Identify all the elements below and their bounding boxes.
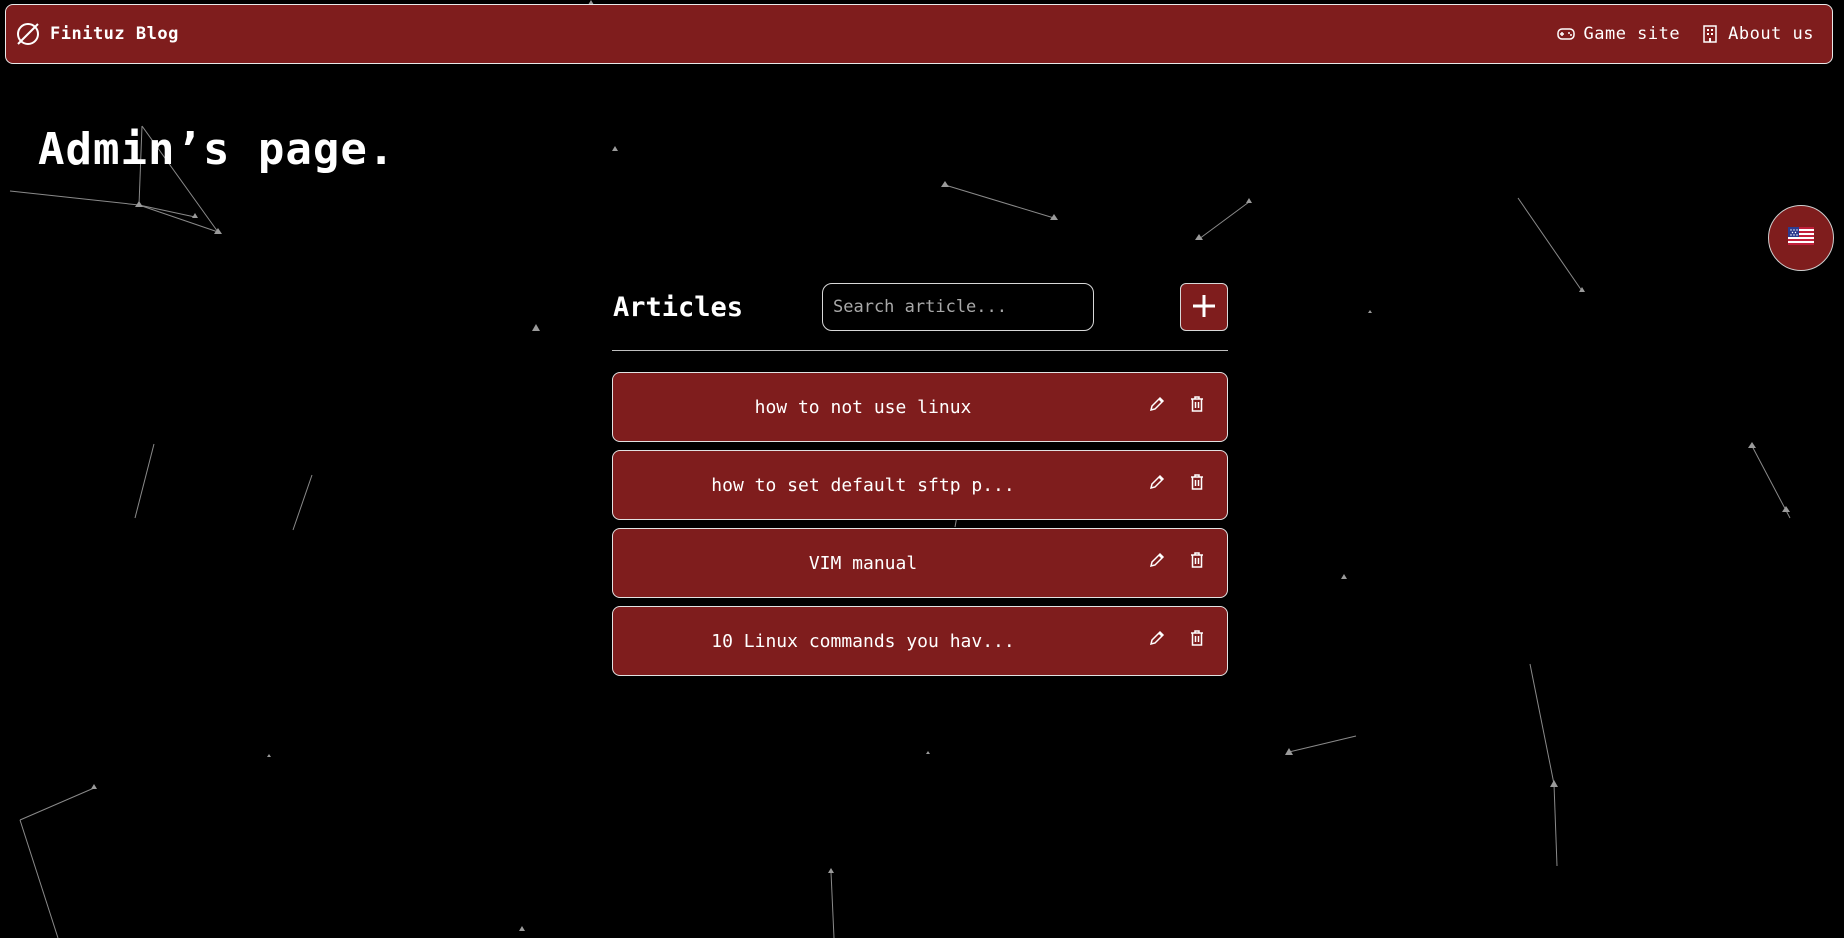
edit-article-button[interactable] xyxy=(1145,627,1169,651)
trash-icon xyxy=(1188,629,1206,650)
us-flag-icon xyxy=(1788,227,1814,249)
nav-link-label: Game site xyxy=(1583,24,1681,44)
article-row[interactable]: VIM manual xyxy=(612,528,1228,598)
delete-article-button[interactable] xyxy=(1185,393,1209,417)
nav-link-about-us[interactable]: About us xyxy=(1702,24,1814,44)
article-row[interactable]: how to set default sftp p... xyxy=(612,450,1228,520)
articles-heading: Articles xyxy=(613,292,744,323)
articles-header: Articles xyxy=(612,282,1228,351)
pencil-icon xyxy=(1148,551,1166,572)
building-icon xyxy=(1702,25,1720,43)
plus-icon xyxy=(1190,292,1218,323)
nav-links: Game site About us xyxy=(1557,24,1814,44)
search-article-input[interactable] xyxy=(822,283,1094,331)
article-row[interactable]: 10 Linux commands you hav... xyxy=(612,606,1228,676)
delete-article-button[interactable] xyxy=(1185,471,1209,495)
nav-link-game-site[interactable]: Game site xyxy=(1557,24,1680,44)
article-row[interactable]: how to not use linux xyxy=(612,372,1228,442)
article-title: VIM manual xyxy=(808,552,918,574)
pencil-icon xyxy=(1148,395,1166,416)
language-switcher-button[interactable] xyxy=(1768,205,1834,271)
pencil-icon xyxy=(1148,473,1166,494)
header-divider xyxy=(612,350,1228,351)
pencil-icon xyxy=(1148,629,1166,650)
delete-article-button[interactable] xyxy=(1185,549,1209,573)
page-title: Admin’s page. xyxy=(38,124,396,175)
add-article-button[interactable] xyxy=(1180,283,1228,331)
gamepad-icon xyxy=(1557,25,1576,43)
trash-icon xyxy=(1188,473,1206,494)
trash-icon xyxy=(1188,551,1206,572)
brand[interactable]: Finituz Blog xyxy=(14,20,179,48)
article-title: how to not use linux xyxy=(754,396,972,418)
nav-link-label: About us xyxy=(1728,24,1814,44)
article-title: how to set default sftp p... xyxy=(711,474,1015,496)
page: Finituz Blog Game site About us Admin’s … xyxy=(0,0,1844,938)
trash-icon xyxy=(1188,395,1206,416)
edit-article-button[interactable] xyxy=(1145,471,1169,495)
edit-article-button[interactable] xyxy=(1145,393,1169,417)
article-list: how to not use linux how to set default … xyxy=(612,372,1228,684)
edit-article-button[interactable] xyxy=(1145,549,1169,573)
finituz-logo-icon xyxy=(14,20,42,48)
articles-panel: Articles how to not use linux xyxy=(612,282,1228,676)
brand-name: Finituz Blog xyxy=(50,24,179,44)
article-title: 10 Linux commands you hav... xyxy=(711,630,1015,652)
top-navbar: Finituz Blog Game site About us xyxy=(5,4,1833,64)
delete-article-button[interactable] xyxy=(1185,627,1209,651)
